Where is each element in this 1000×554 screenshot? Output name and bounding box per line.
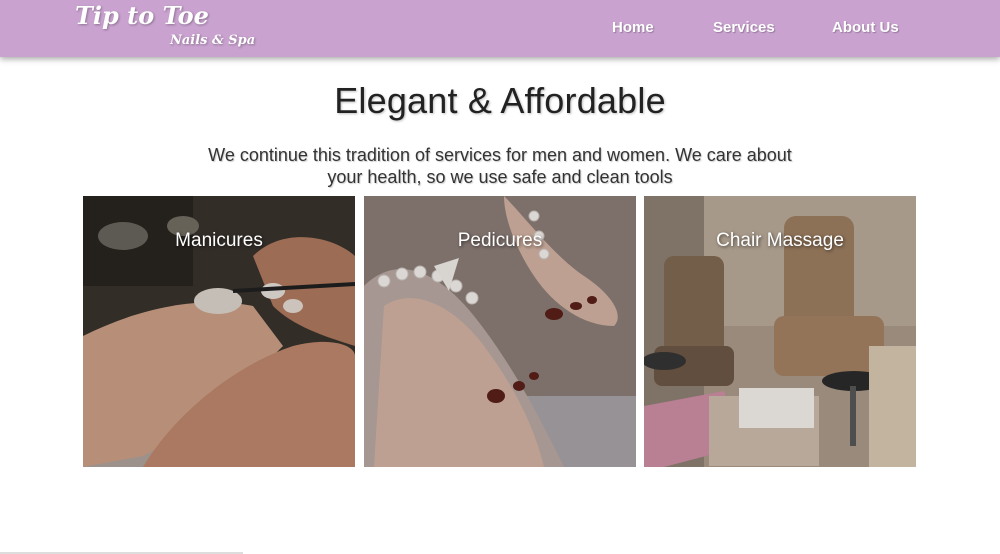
service-card-chair-massage[interactable]: Chair Massage [644,196,916,467]
page-headline: Elegant & Affordable [334,80,666,121]
service-card-manicures[interactable]: Manicures [83,196,355,467]
brand-subtitle: Nails & Spa [170,33,256,48]
service-card-title: Chair Massage [716,230,844,251]
intro-paragraph: We continue this tradition of services f… [208,145,792,187]
brand-title: Tip to Toe [75,1,209,30]
navbar: Tip to Toe Nails & Spa Home Services Abo… [0,0,1000,57]
brand-logo-link[interactable]: Tip to Toe Nails & Spa [0,0,300,57]
service-card-title: Manicures [175,230,263,251]
service-card-pedicures[interactable]: Pedicures [364,196,636,467]
nav-about-link[interactable]: About Us [832,19,899,36]
service-card-title: Pedicures [457,230,543,251]
nav-services-link[interactable]: Services [713,19,775,36]
nav-home-link[interactable]: Home [612,19,654,36]
